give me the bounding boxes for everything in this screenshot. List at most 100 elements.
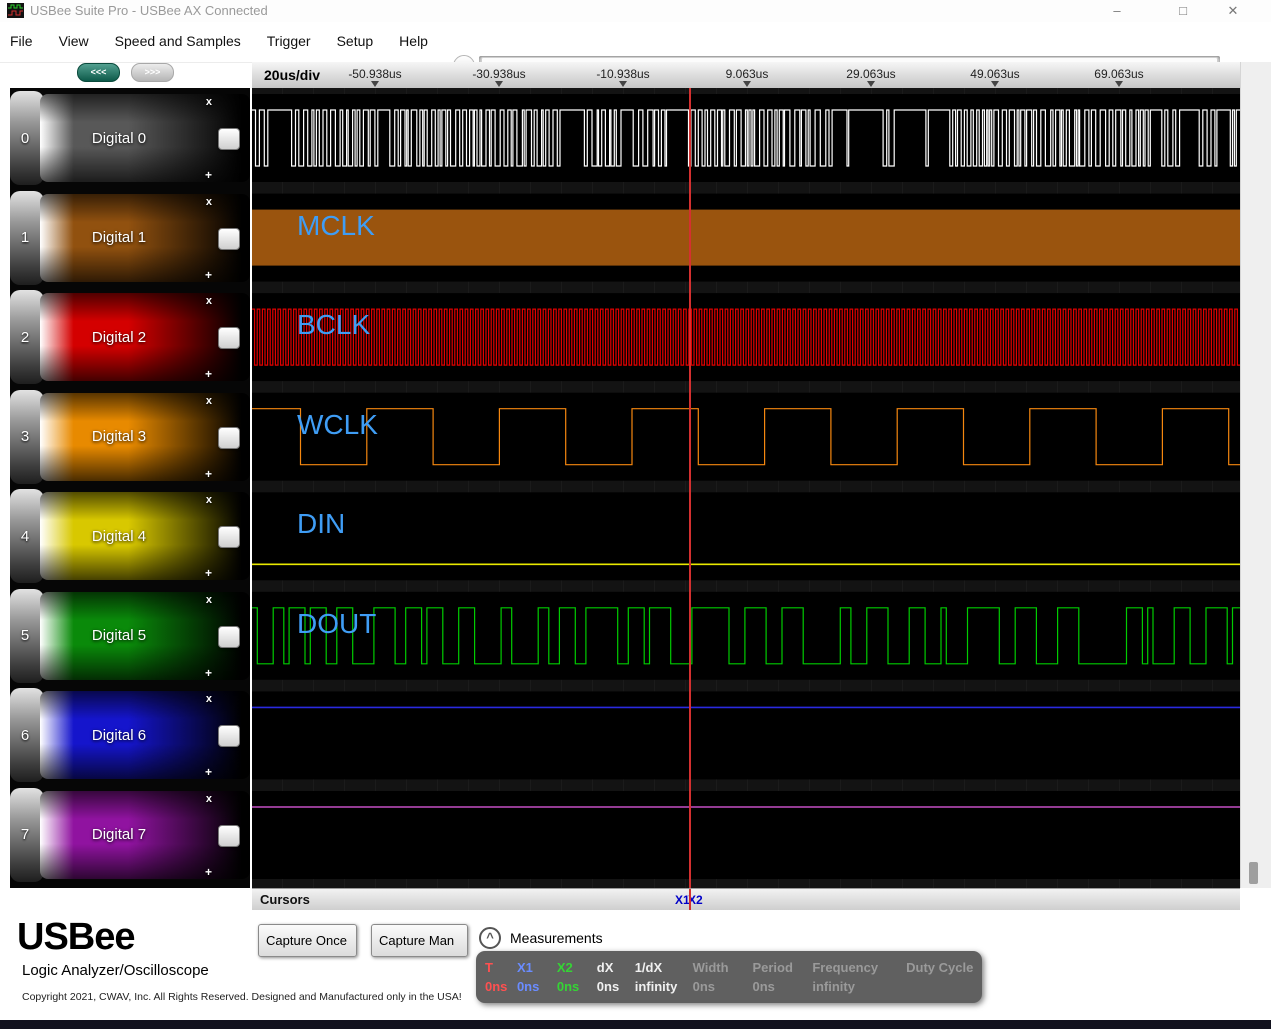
timeline-tick-label: -10.938us	[596, 67, 650, 81]
timeline-tick-label: 69.063us	[1094, 67, 1144, 81]
channel-number: 7	[20, 826, 30, 844]
product-subtitle: Logic Analyzer/Oscilloscope	[22, 962, 209, 979]
trigger-cursor-line[interactable]	[689, 88, 691, 888]
measurement-x2: X2 0ns	[557, 958, 591, 1003]
measurement-name: Width	[692, 960, 729, 975]
channel-label: Digital 2	[91, 328, 147, 346]
timeline-tick-label: 49.063us	[970, 67, 1020, 81]
waveform-area[interactable]: MCLK BCLK WCLK DIN DOUT	[252, 88, 1240, 888]
channel-number: 5	[20, 627, 30, 645]
cursors-bar: Cursors X1 X2	[252, 888, 1240, 911]
channel-checkbox[interactable]	[218, 725, 240, 748]
channel-close-icon[interactable]: x	[206, 196, 212, 208]
measurement-duty-cycle: Duty Cycle	[906, 958, 976, 1003]
measurements-collapse-icon[interactable]: ^	[479, 927, 501, 949]
timeline-tick-marker-icon	[991, 81, 999, 87]
measurement-name: Frequency	[812, 960, 879, 975]
channel-checkbox[interactable]	[218, 426, 240, 449]
menu-help[interactable]: Help	[389, 22, 438, 49]
channel-add-icon[interactable]: +	[205, 268, 212, 282]
channel-row-6[interactable]: 6 Digital 6 x +	[10, 688, 250, 783]
minimize-icon[interactable]: –	[1096, 0, 1138, 21]
channel-checkbox[interactable]	[218, 128, 240, 150]
channel-close-icon[interactable]: x	[206, 295, 212, 307]
channel-number: 2	[20, 328, 30, 346]
taskbar-strip	[0, 1020, 1271, 1029]
channel-close-icon[interactable]: x	[206, 96, 212, 108]
measurement-value: 0ns	[596, 979, 620, 994]
channel-number: 6	[20, 726, 30, 744]
signal-annotation-bclk: BCLK	[297, 309, 371, 341]
measurement-t: T 0ns	[485, 958, 511, 1003]
measurement-name: dX	[596, 960, 614, 975]
channel-label: Digital 7	[91, 826, 147, 844]
timeline-tick-label: 9.063us	[725, 67, 769, 81]
channel-checkbox[interactable]	[218, 625, 240, 648]
channel-add-icon[interactable]: +	[205, 765, 212, 779]
timeline-tick-marker-icon	[867, 81, 875, 87]
channel-row-3[interactable]: 3 Digital 3 x +	[10, 389, 250, 484]
channel-number: 1	[20, 229, 30, 247]
close-icon[interactable]: ✕	[1212, 0, 1254, 21]
signal-annotation-wclk: WCLK	[297, 408, 378, 440]
signal-trace	[252, 308, 1240, 366]
channel-checkbox[interactable]	[218, 824, 240, 847]
channel-row-4[interactable]: 4 Digital 4 x +	[10, 489, 250, 584]
channel-checkbox[interactable]	[218, 227, 240, 250]
channel-row-1[interactable]: 1 Digital 1 x +	[10, 190, 250, 285]
measurements-panel: T 0ns X1 0ns X2 0ns dX 0ns 1/dX infinity Width 0ns P…	[476, 951, 982, 1003]
channel-add-icon[interactable]: +	[205, 467, 212, 481]
usbee-logo: USBee	[17, 916, 135, 958]
channel-close-icon[interactable]: x	[206, 594, 212, 606]
cursor-tick[interactable]	[689, 889, 691, 911]
timeline-tick-label: 29.063us	[846, 67, 896, 81]
capture-manual-button[interactable]: Capture Man	[371, 924, 468, 957]
menu-trigger[interactable]: Trigger	[257, 22, 321, 49]
channel-label: Digital 6	[91, 726, 147, 744]
capture-once-button[interactable]: Capture Once	[258, 924, 357, 957]
timeline-tick-marker-icon	[1115, 81, 1123, 87]
measurement-value: 0ns	[692, 979, 715, 994]
timeline-tick-label: -50.938us	[348, 67, 402, 81]
channel-label: Digital 1	[91, 229, 147, 247]
timeline-ruler[interactable]: 20us/div -50.938us -30.938us -10.938us 9.06…	[252, 62, 1240, 89]
channel-row-7[interactable]: 7 Digital 7 x +	[10, 787, 250, 882]
channel-add-icon[interactable]: +	[205, 666, 212, 680]
channel-label: Digital 3	[91, 428, 147, 446]
channel-close-icon[interactable]: x	[206, 793, 212, 805]
channel-label: Digital 4	[91, 527, 147, 545]
maximize-icon[interactable]: □	[1162, 0, 1204, 21]
measurement-name: T	[485, 960, 493, 975]
footer: USBee Logic Analyzer/Oscilloscope Copyri…	[0, 910, 1271, 1020]
channel-row-0[interactable]: 0 Digital 0 x +	[10, 91, 250, 185]
channel-close-icon[interactable]: x	[206, 494, 212, 506]
measurement-name: X2	[556, 960, 573, 975]
menu-setup[interactable]: Setup	[327, 22, 384, 49]
channel-add-icon[interactable]: +	[205, 566, 212, 580]
measurements-label: Measurements	[510, 930, 603, 946]
measurement-value: 0ns	[752, 979, 775, 994]
signal-annotation-mclk: MCLK	[297, 209, 375, 241]
right-edge-panel	[1240, 62, 1271, 888]
timeline-tick-marker-icon	[619, 81, 627, 87]
channel-close-icon[interactable]: x	[206, 693, 212, 705]
channel-close-icon[interactable]: x	[206, 395, 212, 407]
vertical-scrollbar-thumb[interactable]	[1249, 862, 1258, 884]
channel-row-5[interactable]: 5 Digital 5 x +	[10, 588, 250, 683]
timeline-tick-label: -30.938us	[472, 67, 526, 81]
channel-checkbox[interactable]	[218, 526, 240, 549]
channel-checkbox[interactable]	[218, 327, 240, 350]
channel-label: Digital 5	[91, 627, 147, 645]
channel-label: Digital 0	[91, 129, 147, 147]
channel-add-icon[interactable]: +	[205, 168, 212, 182]
channel-number: 0	[20, 129, 30, 147]
measurement-period: Period 0ns	[752, 958, 806, 1003]
signal-annotation-din: DIN	[297, 508, 346, 540]
channel-add-icon[interactable]: +	[205, 367, 212, 381]
signal-trace	[252, 209, 1240, 266]
channel-add-icon[interactable]: +	[205, 865, 212, 879]
measurement-name: Duty Cycle	[906, 960, 974, 975]
channel-row-2[interactable]: 2 Digital 2 x +	[10, 290, 250, 385]
measurement-1-dx: 1/dX infinity	[635, 958, 687, 1003]
channel-number: 4	[20, 527, 30, 545]
